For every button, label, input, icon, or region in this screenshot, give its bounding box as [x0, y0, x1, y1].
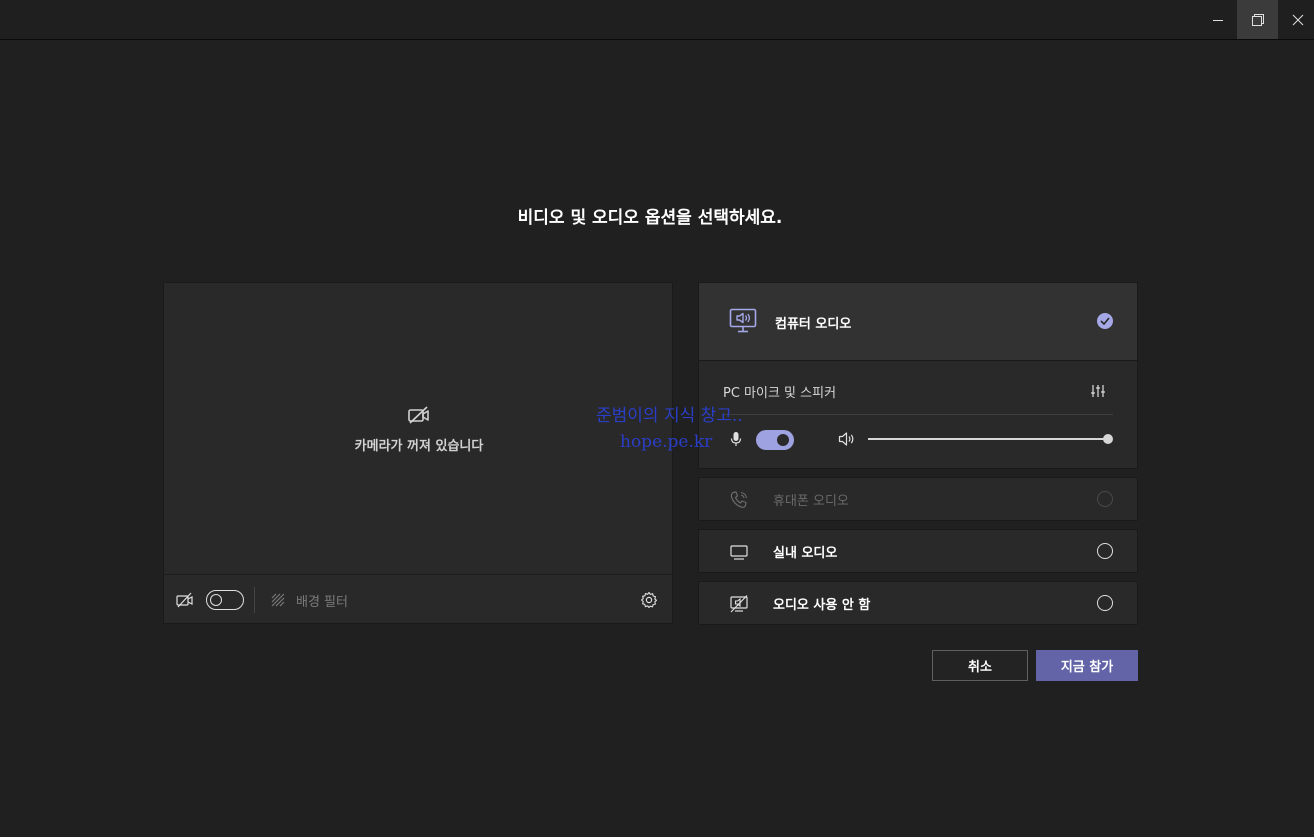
background-filter-button[interactable]: 배경 필터 — [296, 591, 348, 610]
room-audio-radio[interactable] — [1097, 543, 1113, 559]
volume-slider-track[interactable] — [868, 438, 1108, 440]
close-button[interactable] — [1277, 0, 1314, 39]
divider — [254, 587, 255, 613]
gear-icon[interactable] — [640, 591, 658, 609]
device-label: PC 마이크 및 스피커 — [723, 386, 837, 401]
watermark-line-2: hope.pe.kr — [620, 432, 713, 452]
selected-check-icon[interactable] — [1097, 313, 1113, 329]
background-filter-icon — [271, 593, 285, 607]
minimize-icon — [1212, 19, 1223, 21]
no-audio-label: 오디오 사용 안 함 — [773, 598, 871, 613]
minimize-button[interactable] — [1197, 0, 1238, 39]
watermark-text: 준범이의 지식 창고.. hope.pe.kr — [596, 403, 743, 455]
toggle-knob — [210, 593, 222, 606]
speaker-icon — [838, 432, 854, 446]
page-title: 비디오 및 오디오 옵션을 선택하세요. — [517, 208, 783, 228]
volume-slider-thumb[interactable] — [1103, 434, 1113, 444]
camera-toggle[interactable] — [206, 590, 244, 610]
camera-off-icon — [408, 406, 429, 424]
restore-icon — [1251, 13, 1264, 26]
join-now-button[interactable]: 지금 참가 — [1036, 650, 1138, 681]
no-audio-radio[interactable] — [1097, 595, 1113, 611]
camera-off-small-icon — [176, 592, 193, 608]
phone-audio-radio — [1097, 491, 1113, 507]
computer-audio-header[interactable]: 컴퓨터 오디오 — [699, 283, 1137, 361]
phone-audio-label: 휴대폰 오디오 — [773, 494, 849, 509]
microphone-toggle[interactable] — [756, 430, 794, 450]
room-audio-label: 실내 오디오 — [773, 546, 838, 561]
room-audio-icon — [730, 545, 748, 560]
watermark-line-1: 준범이의 지식 창고.. — [596, 406, 743, 426]
preview-controls: 배경 필터 — [164, 575, 674, 625]
no-audio-option[interactable]: 오디오 사용 안 함 — [698, 581, 1138, 625]
separator — [723, 414, 1113, 415]
computer-audio-label: 컴퓨터 오디오 — [775, 317, 852, 332]
device-settings-icon[interactable] — [1090, 383, 1106, 399]
audio-off-icon — [730, 595, 748, 613]
cancel-button[interactable]: 취소 — [932, 650, 1028, 681]
computer-audio-option[interactable]: 컴퓨터 오디오 PC 마이크 및 스피커 — [698, 282, 1138, 469]
phone-audio-icon — [730, 491, 748, 508]
phone-audio-option: 휴대폰 오디오 — [698, 477, 1138, 521]
room-audio-option[interactable]: 실내 오디오 — [698, 529, 1138, 573]
restore-button[interactable] — [1237, 0, 1278, 39]
title-bar — [0, 0, 1314, 40]
toggle-knob — [777, 434, 789, 446]
computer-audio-icon — [729, 308, 757, 333]
close-icon — [1292, 14, 1303, 25]
